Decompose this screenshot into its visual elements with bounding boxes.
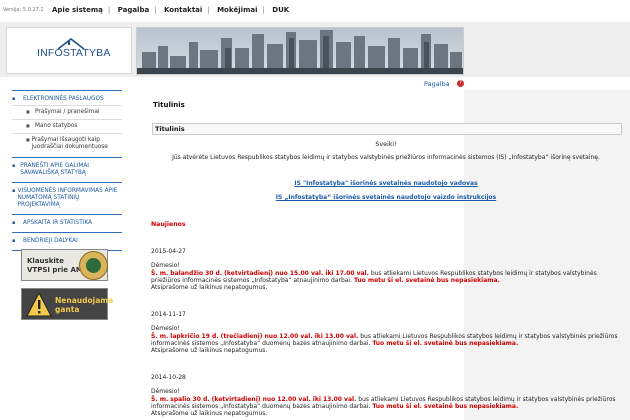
help-icon[interactable]: ? bbox=[457, 80, 464, 87]
news-item: 2015-04-27 Dėmesio! Š. m. balandžio 30 d… bbox=[151, 248, 621, 291]
sidebar-divider bbox=[12, 90, 122, 91]
news-item: 2014-11-17 Dėmesio! Š. m. lapkričio 19 d… bbox=[151, 311, 621, 354]
nav-pagalba[interactable]: Pagalba bbox=[118, 6, 150, 14]
news-date: 2014-10-28 bbox=[151, 374, 186, 381]
help-link[interactable]: Pagalba bbox=[424, 80, 450, 88]
ask-vtpsi-banner[interactable]: Klauskite VTPSI prie AM bbox=[21, 249, 108, 281]
bullet-icon: ▪ bbox=[12, 96, 16, 102]
news-greeting: Dėmesio! bbox=[151, 262, 180, 270]
sidebar-subitem-juodrasciai[interactable]: ■ Prašymai išsaugoti kaip juodraščiai do… bbox=[12, 133, 122, 154]
nav-kontaktai[interactable]: Kontaktai bbox=[164, 6, 202, 14]
top-nav: Apie sistemą | Pagalba | Kontaktai | Mokėji… bbox=[52, 6, 290, 14]
video-instructions-link[interactable]: IS „Infostatyba“ išorinės svetainės naud… bbox=[146, 194, 626, 201]
news-warning: Tuo metu ši el. svetainė bus nepasiekiam… bbox=[372, 402, 519, 410]
news-date: 2014-11-17 bbox=[151, 311, 186, 318]
sidebar-item-apskaita[interactable]: ▪ APSKAITA IR STATISTIKA bbox=[12, 218, 122, 229]
bullet-icon: ▪ bbox=[12, 163, 16, 169]
sidebar-divider bbox=[12, 157, 122, 158]
content-title: Titulinis bbox=[155, 125, 185, 133]
sidebar-divider bbox=[12, 182, 122, 183]
infostatyba-logo[interactable]: INFOSTATYBA bbox=[6, 27, 132, 74]
nav-apie-sistema[interactable]: Apie sistemą bbox=[52, 6, 103, 14]
user-guide-link[interactable]: IS "Infostatyba" išorinės svetainės naud… bbox=[146, 180, 626, 187]
news-footer: Atsiprašome už laikinus nepatogumus. bbox=[151, 410, 268, 418]
bullet-icon: ■ bbox=[26, 123, 30, 128]
logo-text: INFOSTATYBA bbox=[37, 47, 111, 59]
sidebar-item-bendrieji[interactable]: ▪ BENDRIEJI DALYKAI bbox=[12, 236, 122, 247]
news-date: 2015-04-27 bbox=[151, 248, 186, 255]
news-footer: Atsiprašome už laikinus nepatogumus. bbox=[151, 347, 268, 355]
news-warning: Tuo metu ši el. svetainė bus nepasiekiam… bbox=[372, 339, 519, 347]
news-highlight: Š. m. lapkričio 19 d. (trečiadienį) nuo … bbox=[151, 332, 359, 340]
warning-icon bbox=[26, 292, 52, 317]
nav-mokejimai[interactable]: Mokėjimai bbox=[217, 6, 257, 14]
sidebar-subitem-mano-statybos[interactable]: ■ Mano statybos bbox=[12, 119, 122, 133]
sidebar-item-visuomenes-informavimas[interactable]: ▪ VISUOMENĖS INFORMAVIMAS APIE NUMATOMĄ … bbox=[12, 186, 122, 211]
sidebar-item-pranesti[interactable]: ▪ PRANEŠTI APIE GALIMAI SAVAVALIŠKĄ STAT… bbox=[12, 161, 122, 179]
news-warning: Tuo metu ši el. svetainė bus nepasiekiam… bbox=[353, 276, 500, 284]
sidebar-subitem-prasymai[interactable]: ■ Prašymai / pranešimai bbox=[12, 105, 122, 119]
sidebar-divider bbox=[12, 214, 122, 215]
welcome-text: Sveiki! bbox=[375, 141, 397, 148]
warning-banner[interactable]: Nenaudojama ganta bbox=[21, 288, 113, 320]
version-label: Versija: 5.0.27.1 bbox=[3, 7, 44, 13]
bullet-icon: ■ bbox=[26, 109, 30, 114]
sidebar: ▪ ELEKTRONINĖS PASLAUGOS ■ Prašymai / pr… bbox=[12, 87, 122, 254]
city-banner-image bbox=[136, 27, 464, 75]
page-title: Titulinis bbox=[153, 101, 185, 109]
news-item: 2014-10-28 Dėmesio! Š. m. spalio 30 d. (… bbox=[151, 374, 621, 417]
news-greeting: Dėmesio! bbox=[151, 388, 180, 396]
top-bar: Versija: 5.0.27.1 Apie sistemą | Pagalba |… bbox=[0, 0, 630, 22]
bullet-icon: ▪ bbox=[12, 238, 16, 244]
bullet-icon: ▪ bbox=[12, 220, 16, 226]
news-highlight: Š. m. balandžio 30 d. (ketvirtadienį) nu… bbox=[151, 269, 369, 277]
sidebar-item-elektronines-paslaugos[interactable]: ▪ ELEKTRONINĖS PASLAUGOS bbox=[12, 94, 122, 105]
news-footer: Atsiprašome už laikinus nepatogumus. bbox=[151, 284, 268, 292]
news-highlight: Š. m. spalio 30 d. (ketvirtadienį) nuo 1… bbox=[151, 395, 357, 403]
seal-icon bbox=[79, 251, 108, 280]
intro-text: Jūs atvėrėte Lietuvos Respublikos statyb… bbox=[172, 154, 600, 161]
sidebar-divider bbox=[12, 232, 122, 233]
news-heading: Naujienos bbox=[151, 221, 186, 228]
news-greeting: Dėmesio! bbox=[151, 325, 180, 333]
content-title-box: Titulinis bbox=[152, 123, 622, 135]
nav-duk[interactable]: DUK bbox=[272, 6, 289, 14]
